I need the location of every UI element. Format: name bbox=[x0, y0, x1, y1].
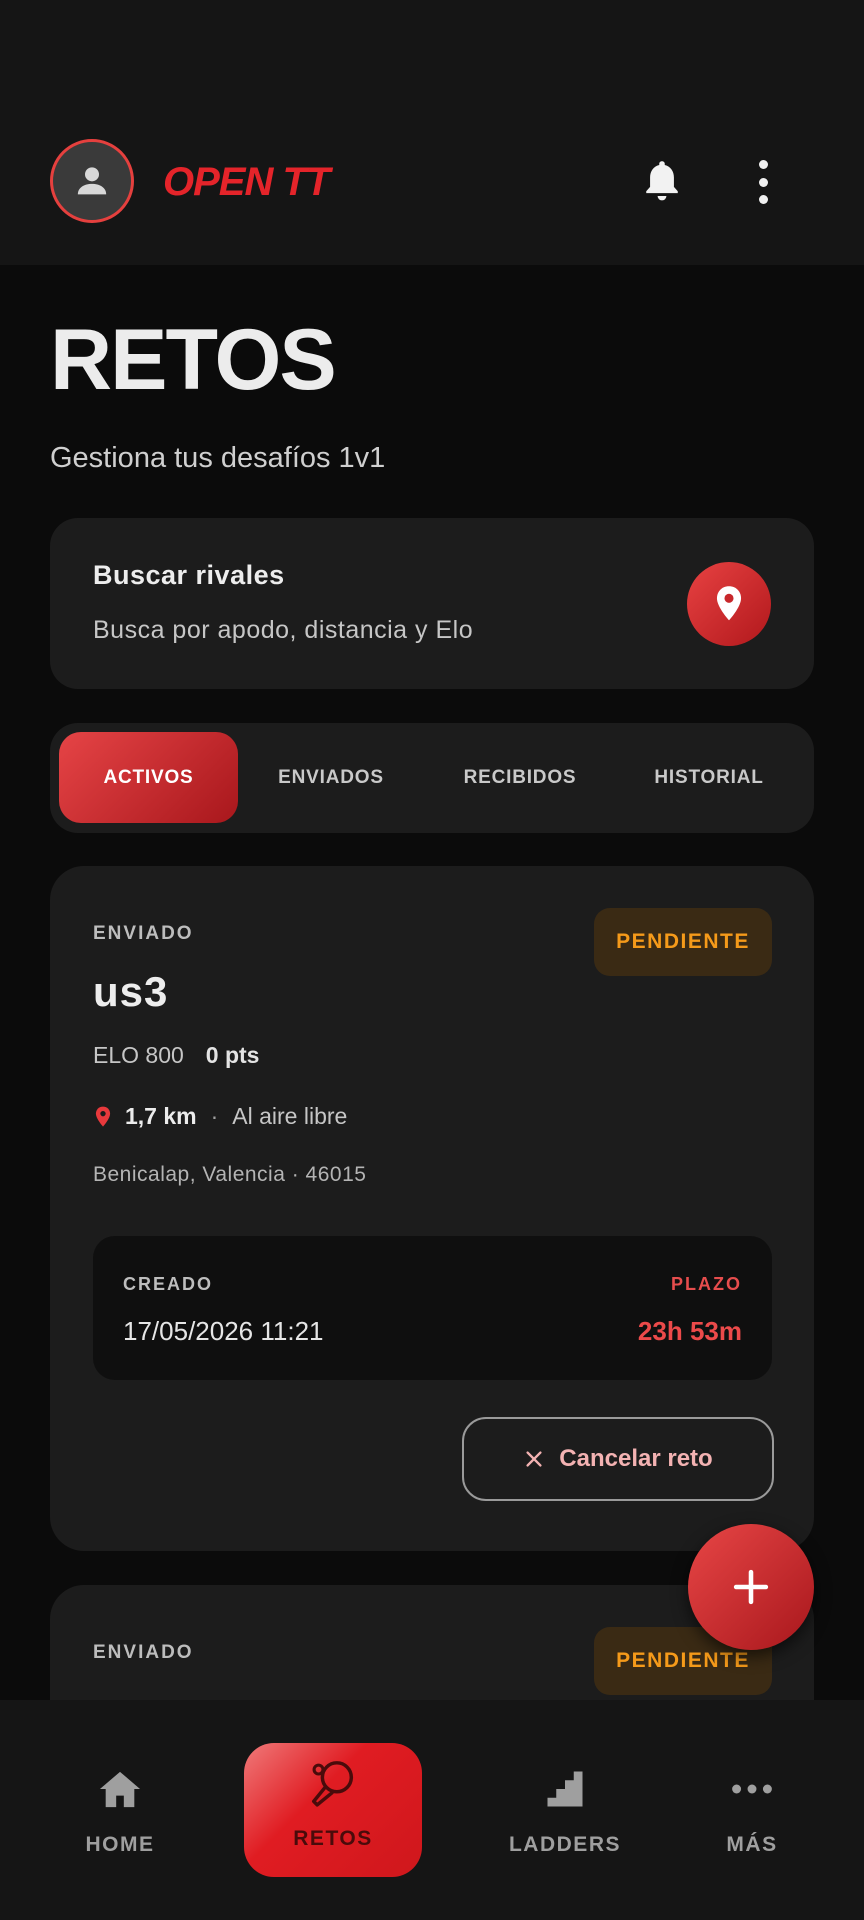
top-app-bar: OPEN TT bbox=[0, 0, 864, 265]
created-label: CREADO bbox=[123, 1274, 214, 1294]
opponent-elo: ELO 800 bbox=[93, 1042, 184, 1068]
nav-home[interactable]: HOME bbox=[35, 1759, 205, 1887]
challenge-tabs: ACTIVOS ENVIADOS RECIBIDOS HISTORIAL bbox=[50, 723, 814, 833]
created-value: 17/05/2026 11:21 bbox=[123, 1316, 324, 1346]
plus-icon bbox=[733, 1569, 769, 1605]
nav-retos[interactable]: RETOS bbox=[244, 1743, 422, 1877]
cancel-challenge-button[interactable]: Cancelar reto bbox=[462, 1417, 774, 1501]
status-badge: PENDIENTE bbox=[594, 908, 772, 976]
location-row: 1,7 km · Al aire libre bbox=[93, 1103, 347, 1130]
nav-mas-label: MÁS bbox=[726, 1833, 778, 1856]
avatar-icon bbox=[77, 167, 107, 195]
search-rivals-description: Busca por apodo, distancia y Elo bbox=[93, 616, 474, 644]
notifications-button[interactable] bbox=[640, 157, 684, 205]
deadline-value: 23h 53m bbox=[637, 1316, 742, 1346]
tab-recibidos[interactable]: RECIBIDOS bbox=[430, 732, 610, 823]
nav-mas[interactable]: MÁS bbox=[667, 1759, 837, 1887]
more-horizontal-icon bbox=[732, 1784, 772, 1794]
app-logo: OPEN TT bbox=[163, 160, 330, 204]
nav-retos-label: RETOS bbox=[293, 1827, 373, 1850]
stairs-icon bbox=[547, 1771, 583, 1807]
search-rivals-title: Buscar rivales bbox=[93, 560, 285, 590]
location-pin-icon bbox=[716, 586, 742, 621]
avatar[interactable] bbox=[50, 139, 134, 223]
deadline-label: PLAZO bbox=[671, 1274, 742, 1294]
bottom-navigation: HOME RETOS LADDERS MÁS bbox=[0, 1700, 864, 1920]
tab-enviados[interactable]: ENVIADOS bbox=[241, 732, 421, 823]
ping-pong-paddle-icon bbox=[311, 1761, 354, 1807]
nav-ladders[interactable]: LADDERS bbox=[480, 1759, 650, 1887]
opponent-points: 0 pts bbox=[205, 1042, 260, 1068]
separator: · bbox=[210, 1103, 219, 1129]
location-pin-icon bbox=[95, 1106, 111, 1127]
challenge-timing: CREADO 17/05/2026 11:21 PLAZO 23h 53m bbox=[93, 1236, 772, 1380]
opponent-name: us3 bbox=[93, 968, 169, 1015]
address: Benicalap, Valencia · 46015 bbox=[93, 1163, 367, 1186]
opponent-stats: ELO 800 0 pts bbox=[93, 1042, 259, 1069]
more-menu-button[interactable] bbox=[748, 160, 778, 204]
page-title: RETOS bbox=[50, 312, 337, 408]
find-nearby-button[interactable] bbox=[687, 562, 771, 646]
challenge-type: ENVIADO bbox=[93, 1642, 194, 1663]
nav-home-label: HOME bbox=[85, 1833, 155, 1856]
tab-historial[interactable]: HISTORIAL bbox=[619, 732, 799, 823]
challenge-card[interactable]: ENVIADO PENDIENTE us3 ELO 800 0 pts 1,7 k… bbox=[50, 866, 814, 1551]
page-subtitle: Gestiona tus desafíos 1v1 bbox=[50, 442, 386, 474]
search-rivals-card[interactable]: Buscar rivales Busca por apodo, distanci… bbox=[50, 518, 814, 689]
challenge-type: ENVIADO bbox=[93, 923, 194, 944]
distance: 1,7 km bbox=[125, 1103, 197, 1129]
venue-type: Al aire libre bbox=[232, 1103, 348, 1129]
new-challenge-button[interactable] bbox=[688, 1524, 814, 1650]
cancel-label: Cancelar reto bbox=[559, 1445, 713, 1472]
bell-icon bbox=[646, 161, 678, 201]
more-vertical-icon bbox=[758, 160, 768, 169]
nav-ladders-label: LADDERS bbox=[508, 1833, 621, 1856]
close-icon bbox=[523, 1448, 545, 1470]
tab-activos[interactable]: ACTIVOS bbox=[59, 732, 238, 823]
home-icon bbox=[99, 1771, 141, 1808]
